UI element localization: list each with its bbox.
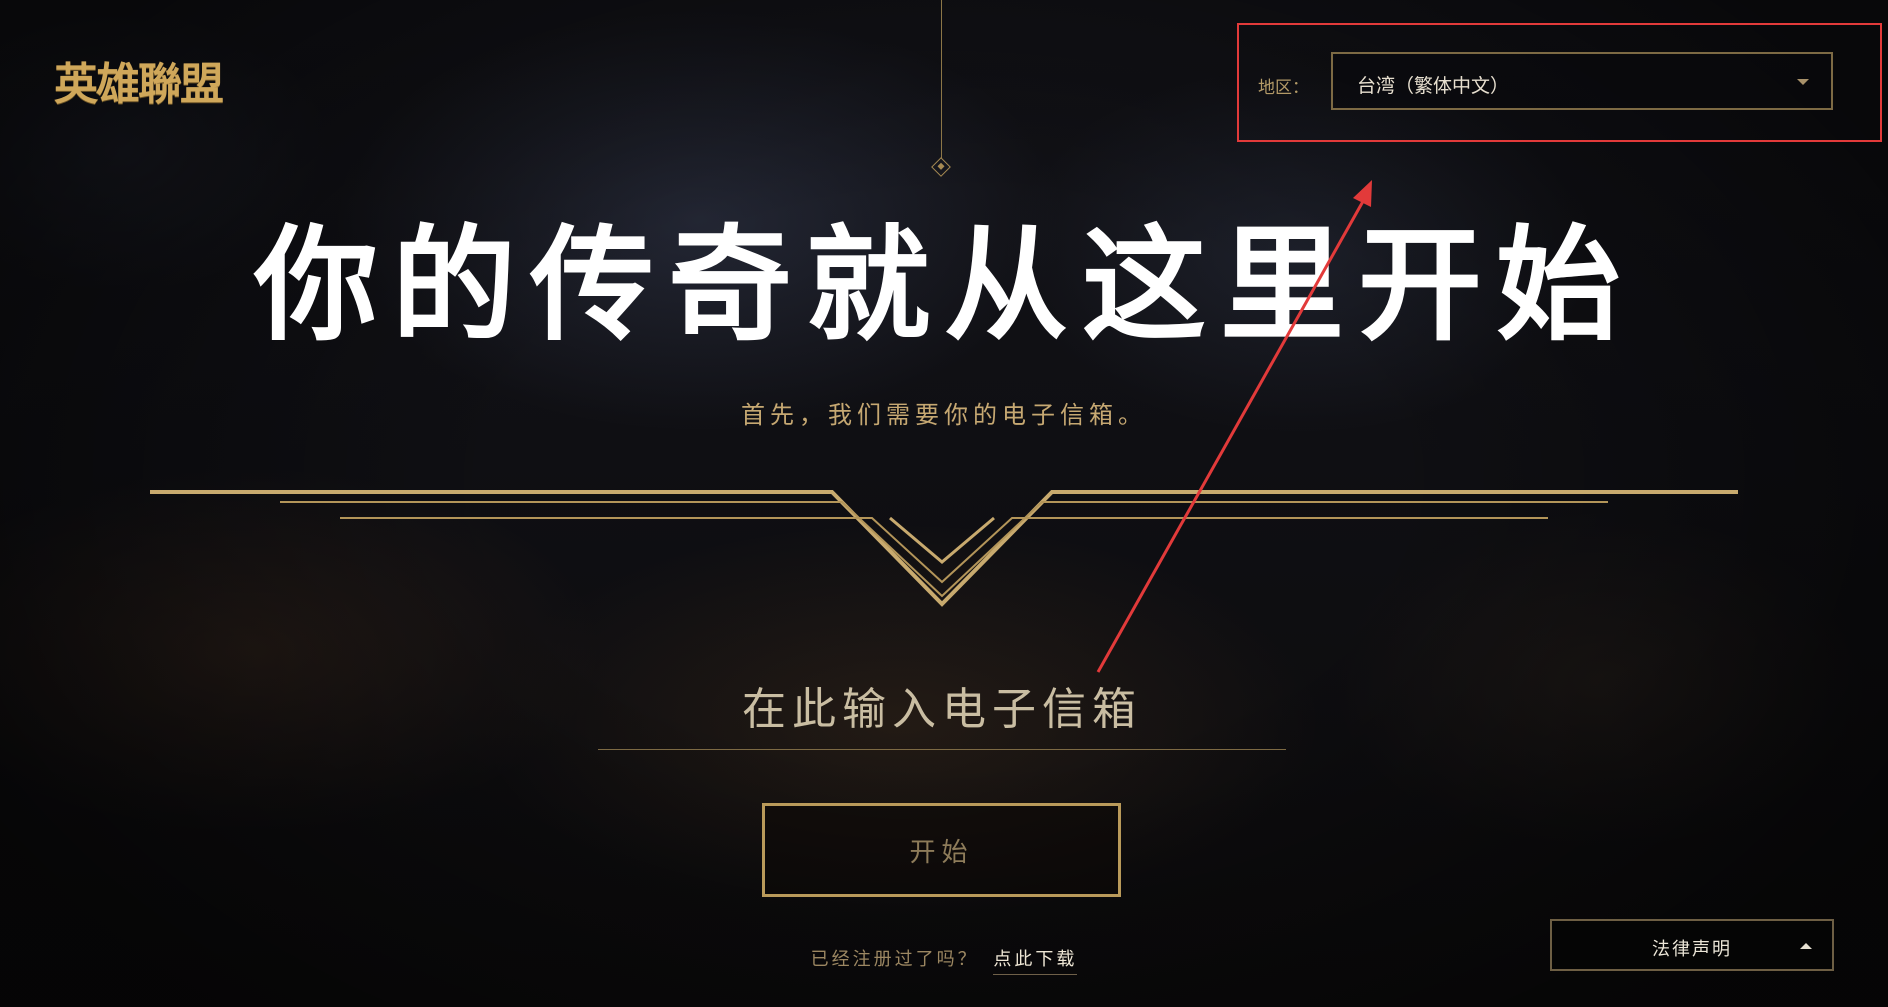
annotation-arrow <box>1096 180 1372 673</box>
page: 英雄聯盟 地区： 台湾（繁体中文） 你的传奇就从这里开始 首先，我们需要你的电子… <box>0 0 1888 1007</box>
